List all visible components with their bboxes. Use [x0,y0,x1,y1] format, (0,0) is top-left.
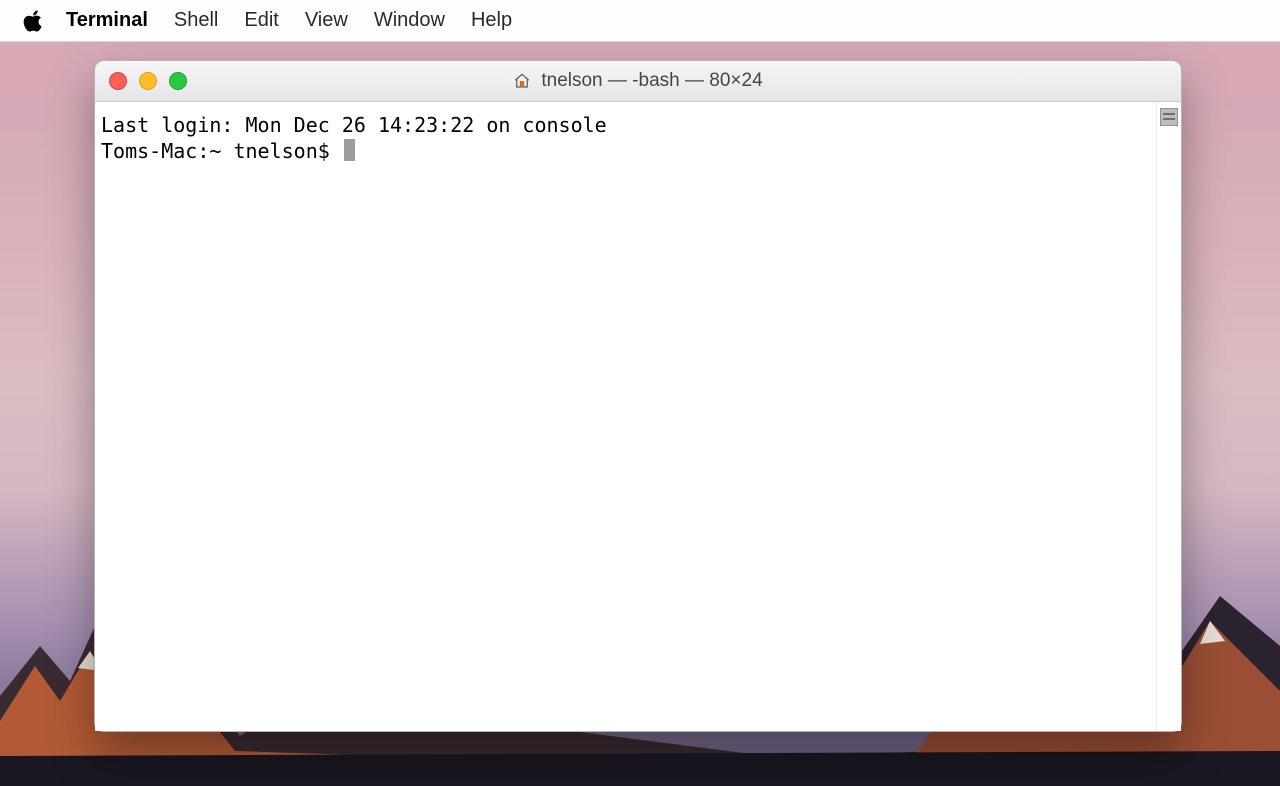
zoom-button[interactable] [169,72,187,90]
close-button[interactable] [109,72,127,90]
menu-item-edit[interactable]: Edit [244,9,278,32]
terminal-prompt: Toms-Mac:~ tnelson$ [101,139,342,163]
home-icon [513,72,531,90]
menu-item-help[interactable]: Help [471,9,512,32]
apple-icon[interactable] [22,10,44,32]
desktop: Terminal Shell Edit View Window Help [0,0,1280,786]
terminal-window: tnelson — -bash — 80×24 Last login: Mon … [94,60,1182,732]
menu-app-name[interactable]: Terminal [66,9,148,32]
menu-bar: Terminal Shell Edit View Window Help [0,0,1280,42]
minimize-button[interactable] [139,72,157,90]
window-controls [109,72,187,90]
terminal-content[interactable]: Last login: Mon Dec 26 14:23:22 on conso… [95,102,1156,731]
window-title: tnelson — -bash — 80×24 [541,70,762,92]
terminal-body: Last login: Mon Dec 26 14:23:22 on conso… [95,102,1181,731]
window-titlebar[interactable]: tnelson — -bash — 80×24 [95,61,1181,102]
menu-item-window[interactable]: Window [374,9,445,32]
scrollbar-thumb-icon[interactable] [1160,108,1178,126]
menu-item-shell[interactable]: Shell [174,9,218,32]
menu-items: Terminal Shell Edit View Window Help [66,9,512,32]
window-title-group: tnelson — -bash — 80×24 [95,70,1181,92]
terminal-cursor [344,139,355,161]
scrollbar[interactable] [1156,102,1181,731]
terminal-line-last-login: Last login: Mon Dec 26 14:23:22 on conso… [101,113,607,137]
menu-item-view[interactable]: View [305,9,348,32]
